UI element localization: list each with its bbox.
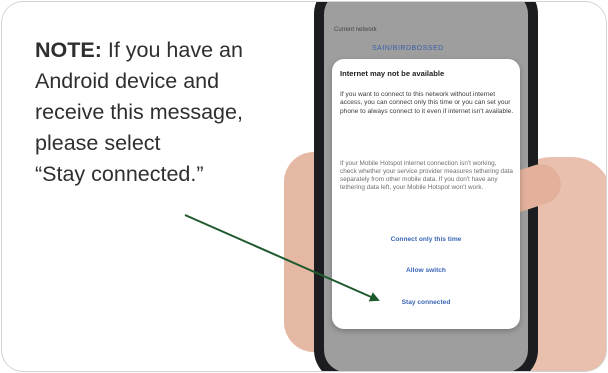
note-line-3: receive this message, — [35, 100, 243, 124]
note-line-5: “Stay connected.” — [35, 162, 204, 186]
note-line-1: If you have an — [101, 38, 243, 62]
note-line-4: please select — [35, 131, 161, 155]
dialog-title: Internet may not be available — [340, 69, 445, 78]
dialog-body: If you want to connect to this network w… — [340, 91, 514, 115]
note-label: NOTE: — [35, 38, 102, 62]
note-text: NOTE: If you have an Android device and … — [35, 35, 325, 190]
connect-only-this-time-button[interactable]: Connect only this time — [332, 236, 520, 243]
dialog-detail: If your Mobile Hotspot internet connecti… — [340, 160, 513, 192]
allow-switch-button[interactable]: Allow switch — [332, 267, 520, 274]
note-line-2: Android device and — [35, 69, 220, 93]
internet-warning-dialog: Internet may not be available If you wan… — [332, 59, 520, 329]
network-ssid: SAIN/BIRDBOSSED — [372, 45, 444, 52]
stay-connected-button[interactable]: Stay connected — [332, 299, 520, 306]
instruction-card: NOTE: If you have an Android device and … — [1, 1, 607, 372]
current-network-label: Current network — [334, 27, 377, 33]
